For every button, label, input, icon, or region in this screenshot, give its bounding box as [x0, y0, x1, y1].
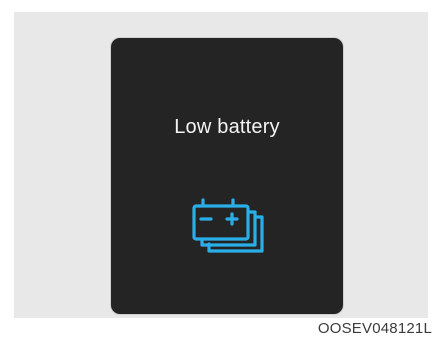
- cluster-warning-display: Low battery: [111, 38, 343, 314]
- low-battery-message: Low battery: [174, 116, 280, 138]
- figure-code-label: OOSEV048121L: [317, 320, 432, 337]
- stacked-battery-icon: [192, 198, 264, 253]
